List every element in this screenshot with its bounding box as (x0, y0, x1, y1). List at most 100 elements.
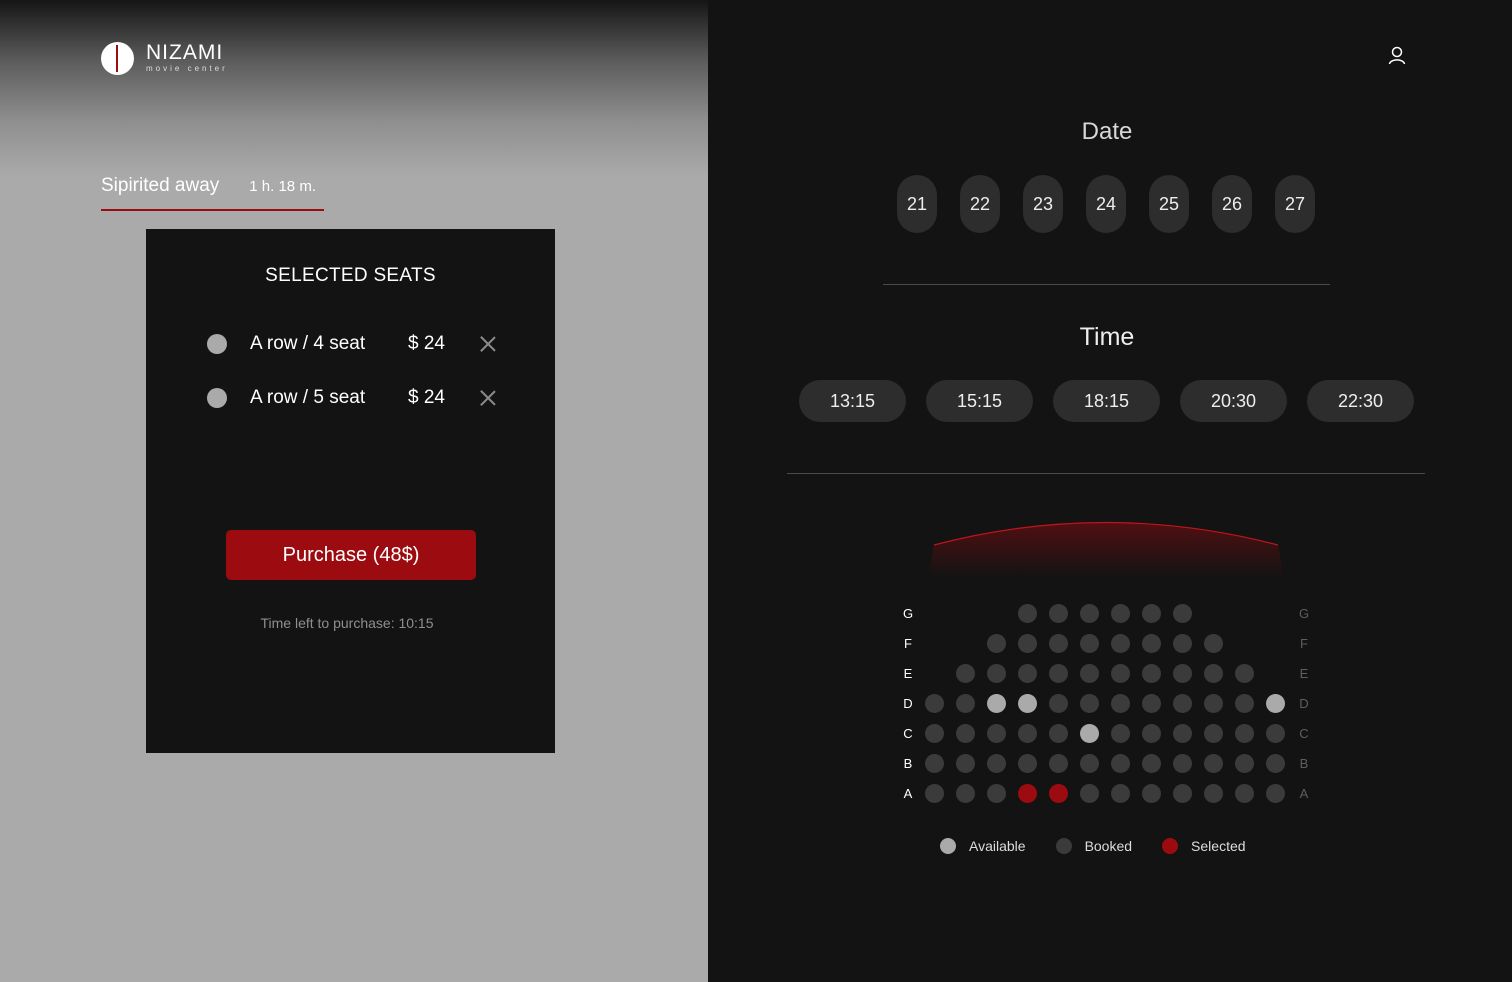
seat (1204, 634, 1223, 653)
time-option[interactable]: 22:30 (1307, 380, 1414, 422)
seat (1018, 754, 1037, 773)
row-label: C (1299, 726, 1309, 741)
seat (1111, 604, 1130, 623)
seat (1235, 694, 1254, 713)
user-icon[interactable] (1386, 45, 1408, 67)
row-label: B (1299, 756, 1309, 771)
seat (1080, 604, 1099, 623)
seat (1173, 604, 1192, 623)
seat (1111, 754, 1130, 773)
seat (1235, 664, 1254, 683)
date-option[interactable]: 21 (897, 175, 937, 233)
row-label: G (1298, 606, 1310, 621)
date-option[interactable]: 22 (960, 175, 1000, 233)
brand-subtitle: movie center (146, 64, 228, 73)
seat (1049, 604, 1068, 623)
date-picker: 21 22 23 24 25 26 27 (897, 175, 1315, 233)
time-option[interactable]: 13:15 (799, 380, 906, 422)
seat (1266, 724, 1285, 743)
seat (1235, 784, 1254, 803)
seat (1142, 634, 1161, 653)
time-option[interactable]: 15:15 (926, 380, 1033, 422)
seat (1142, 664, 1161, 683)
seat (987, 634, 1006, 653)
seat (1173, 784, 1192, 803)
booked-dot-icon (1055, 838, 1072, 854)
seat-dot-icon (207, 388, 227, 408)
seat (1018, 604, 1037, 623)
seat-dot-icon (207, 334, 227, 354)
seat (987, 724, 1006, 743)
seat (987, 754, 1006, 773)
seat (1049, 724, 1068, 743)
seat (1235, 754, 1254, 773)
seat[interactable] (1018, 694, 1037, 713)
seat (1018, 634, 1037, 653)
row-label: B (903, 756, 913, 771)
seat (1080, 754, 1099, 773)
seat[interactable] (1018, 784, 1037, 803)
selected-seat-item: A row / 5 seat $ 24 (207, 384, 507, 412)
seat (1142, 754, 1161, 773)
date-option[interactable]: 23 (1023, 175, 1063, 233)
seat (1173, 694, 1192, 713)
seat[interactable] (1049, 784, 1068, 803)
date-section-title: Date (1081, 118, 1133, 145)
seat (987, 784, 1006, 803)
time-picker: 13:15 15:15 18:15 20:30 22:30 (799, 380, 1414, 422)
seat (925, 784, 944, 803)
seat[interactable] (987, 694, 1006, 713)
seat (956, 784, 975, 803)
date-option[interactable]: 24 (1086, 175, 1126, 233)
seat (1204, 694, 1223, 713)
close-icon[interactable] (480, 390, 496, 406)
movie-tab[interactable]: Sipirited away 1 h. 18 m. (101, 172, 324, 211)
seat (1111, 784, 1130, 803)
seat (1173, 754, 1192, 773)
seat (1204, 724, 1223, 743)
close-icon[interactable] (480, 336, 496, 352)
seat (956, 724, 975, 743)
seat (1204, 664, 1223, 683)
seat[interactable] (1080, 724, 1099, 743)
legend-label: Booked (1084, 838, 1133, 854)
movie-title: Sipirited away (101, 175, 220, 196)
date-option[interactable]: 27 (1275, 175, 1315, 233)
row-label: F (904, 636, 912, 651)
purchase-button[interactable]: Purchase (48$) (226, 530, 476, 580)
time-option[interactable]: 18:15 (1053, 380, 1160, 422)
seat (1080, 634, 1099, 653)
date-option[interactable]: 26 (1212, 175, 1252, 233)
row-label: A (1299, 786, 1309, 801)
seat (1204, 754, 1223, 773)
seat-legend: Available Booked Selected (940, 838, 1276, 854)
date-option[interactable]: 25 (1149, 175, 1189, 233)
seat (1204, 784, 1223, 803)
seat (1142, 724, 1161, 743)
cinema-screen (928, 521, 1284, 577)
seat (1080, 784, 1099, 803)
seat (1111, 694, 1130, 713)
logo-icon (101, 41, 134, 75)
seat (1266, 784, 1285, 803)
seat[interactable] (1266, 694, 1285, 713)
seat (1080, 664, 1099, 683)
seat (1173, 724, 1192, 743)
seat (1049, 694, 1068, 713)
row-label: E (903, 666, 913, 681)
brand-logo[interactable]: NIZAMI movie center (101, 40, 231, 76)
selected-seat-label: A row / 4 seat (250, 333, 366, 354)
row-label: E (1299, 666, 1309, 681)
seat (1111, 664, 1130, 683)
seat (987, 664, 1006, 683)
selected-seats-card: SELECTED SEATS A row / 4 seat $ 24 A row… (146, 229, 555, 753)
selected-seat-price: $ 24 (408, 333, 445, 354)
seat (1173, 634, 1192, 653)
selected-seat-label: A row / 5 seat (250, 387, 366, 408)
legend-item-selected: Selected (1162, 838, 1246, 854)
seat (1142, 784, 1161, 803)
seat (925, 724, 944, 743)
legend-label: Selected (1191, 838, 1246, 854)
row-label: G (902, 606, 914, 621)
time-option[interactable]: 20:30 (1180, 380, 1287, 422)
